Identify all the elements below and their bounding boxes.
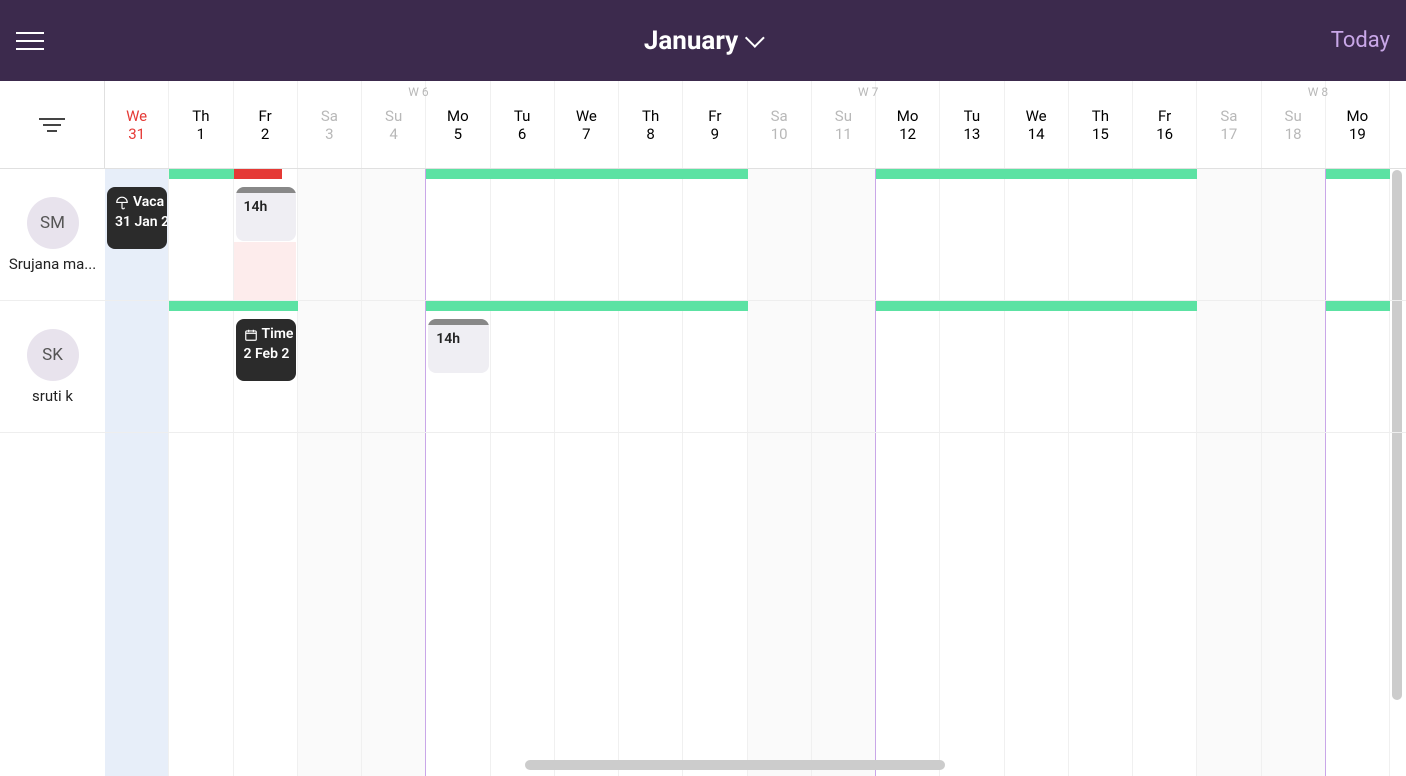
day-header[interactable]: We14 (1005, 81, 1069, 168)
grid-body: SM Srujana ma... SK sruti k Vaca31 Jan 2 14h… (0, 169, 1406, 776)
hours-card[interactable]: 14h (236, 187, 296, 241)
month-label: January (644, 26, 738, 56)
days-header: We31Th1Fr2Sa3Su4Mo5Tu6We7Th8Fr9Sa10Su11M… (105, 81, 1406, 168)
schedule-row: Vaca31 Jan 2 14h (105, 169, 1406, 301)
people-column: SM Srujana ma... SK sruti k (0, 169, 105, 776)
availability-bar (169, 301, 298, 311)
chevron-down-icon (745, 28, 765, 48)
person-cell[interactable]: SM Srujana ma... (0, 169, 105, 301)
menu-icon[interactable] (16, 21, 56, 61)
person-name: Srujana ma... (9, 255, 96, 273)
person-cell[interactable]: SK sruti k (0, 301, 105, 433)
day-header[interactable]: Sa3 (298, 81, 362, 168)
today-button[interactable]: Today (1331, 28, 1390, 53)
availability-bar (426, 169, 747, 179)
avatar: SK (27, 329, 79, 381)
schedule-row: Time2 Feb 2 14h (105, 301, 1406, 433)
availability-bar (876, 169, 1197, 179)
day-header[interactable]: Th1 (169, 81, 233, 168)
day-header[interactable]: Fr2 (234, 81, 298, 168)
day-header[interactable]: Fr9 (683, 81, 747, 168)
hours-card[interactable]: 14h (428, 319, 488, 373)
filter-button[interactable] (0, 81, 105, 168)
day-header[interactable]: Mo12 (876, 81, 940, 168)
day-header[interactable]: We7 (555, 81, 619, 168)
day-header[interactable]: Tu13 (940, 81, 1004, 168)
filter-icon (39, 118, 65, 132)
person-name: sruti k (32, 387, 73, 405)
week-label: W 7 (858, 85, 878, 99)
day-header-row: We31Th1Fr2Sa3Su4Mo5Tu6We7Th8Fr9Sa10Su11M… (0, 81, 1406, 169)
top-bar: January Today (0, 0, 1406, 81)
horizontal-scroll-thumb[interactable] (525, 760, 945, 770)
day-header[interactable]: Mo5 (426, 81, 490, 168)
vacation-card[interactable]: Vaca31 Jan 2 (107, 187, 167, 249)
umbrella-icon (115, 196, 129, 210)
avatar: SM (27, 197, 79, 249)
grid-area[interactable]: Vaca31 Jan 2 14h Time2 Feb 2 14h (105, 169, 1406, 776)
availability-bar-overbooked (234, 169, 282, 179)
day-header[interactable]: Sa10 (748, 81, 812, 168)
day-header[interactable]: We31 (105, 81, 169, 168)
day-header[interactable]: Fr16 (1133, 81, 1197, 168)
week-label: W 6 (408, 85, 428, 99)
availability-bar (1326, 169, 1390, 179)
time-block[interactable] (234, 242, 296, 300)
availability-bar (169, 169, 233, 179)
day-header[interactable]: Mo19 (1326, 81, 1390, 168)
day-header[interactable]: Sa17 (1197, 81, 1261, 168)
day-header[interactable]: Tu6 (491, 81, 555, 168)
availability-bar (426, 301, 747, 311)
month-selector[interactable]: January (644, 26, 762, 56)
availability-bar (1326, 301, 1390, 311)
day-header[interactable]: Th15 (1069, 81, 1133, 168)
calendar-icon (244, 328, 258, 342)
time-off-card[interactable]: Time2 Feb 2 (236, 319, 296, 381)
day-header[interactable]: Th8 (619, 81, 683, 168)
horizontal-scrollbar[interactable] (105, 758, 1390, 772)
availability-bar (876, 301, 1197, 311)
week-label: W 8 (1308, 85, 1328, 99)
